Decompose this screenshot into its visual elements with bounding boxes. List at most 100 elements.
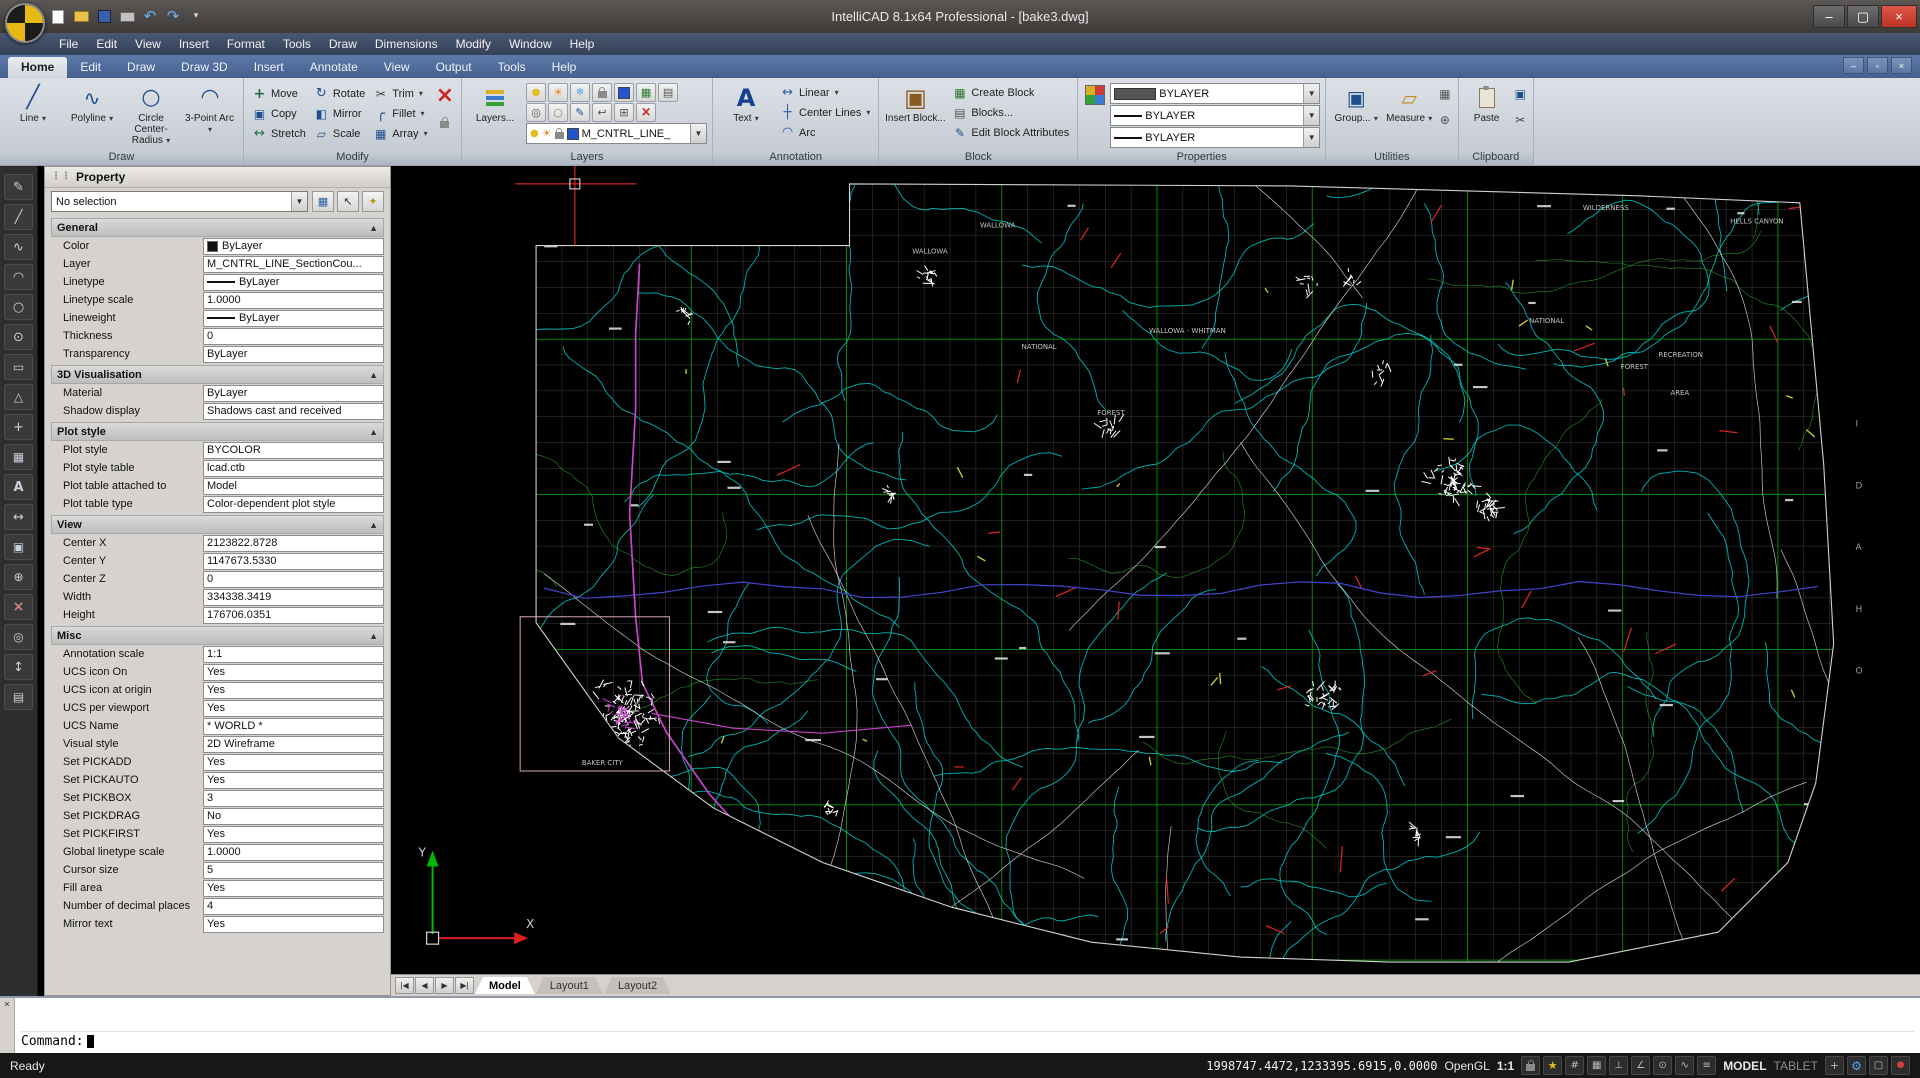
- menu-format[interactable]: Format: [218, 33, 274, 55]
- measure-button[interactable]: ▱Measure ▾: [1384, 81, 1434, 124]
- save-button[interactable]: [94, 8, 114, 26]
- pan-tool-button[interactable]: ↕: [4, 654, 33, 680]
- property-value-set-pickadd[interactable]: Yes: [203, 754, 384, 771]
- properties-launcher-button[interactable]: [1083, 81, 1107, 105]
- tab-output[interactable]: Output: [423, 57, 485, 78]
- polyline-tool-button[interactable]: ∿: [4, 234, 33, 260]
- property-value-ucs-per-viewport[interactable]: Yes: [203, 700, 384, 717]
- polyline-button[interactable]: ∿Polyline ▾: [64, 81, 120, 124]
- alert-button[interactable]: ●: [1891, 1056, 1910, 1075]
- screen-button[interactable]: ▢: [1869, 1056, 1888, 1075]
- arc-button[interactable]: ◠Arc: [777, 123, 873, 142]
- property-value-material[interactable]: ByLayer: [203, 385, 384, 402]
- properties-grid-button[interactable]: ▦: [312, 191, 334, 212]
- fillet-button[interactable]: ╭Fillet▾: [370, 104, 430, 123]
- layer-delete-toggle[interactable]: ×: [636, 103, 656, 122]
- isolate-toggle[interactable]: ◎: [526, 103, 546, 122]
- id-point-button[interactable]: ⊕: [1440, 111, 1450, 129]
- annotation-scale[interactable]: 1:1: [1497, 1059, 1514, 1073]
- section-header-general[interactable]: General▲: [51, 218, 384, 237]
- property-value-width[interactable]: 334338.3419: [203, 589, 384, 606]
- property-value-center-y[interactable]: 1147673.5330: [203, 553, 384, 570]
- etrack-toggle[interactable]: ∿: [1675, 1056, 1694, 1075]
- scale-button[interactable]: ▱Scale: [311, 124, 368, 143]
- calculator-button[interactable]: ▦: [1439, 85, 1450, 103]
- lwt-toggle[interactable]: ≡: [1697, 1056, 1716, 1075]
- chevron-down-icon[interactable]: ▼: [1303, 106, 1319, 125]
- section-header-3d-visualisation[interactable]: 3D Visualisation▲: [51, 365, 384, 384]
- array-button[interactable]: ▦Array▾: [370, 124, 430, 143]
- quick-select-button[interactable]: ✦: [362, 191, 384, 212]
- minimize-button[interactable]: –: [1813, 5, 1845, 28]
- group-button[interactable]: ▣Group... ▾: [1331, 81, 1381, 124]
- command-input[interactable]: Command:: [21, 1031, 1914, 1051]
- maximize-button[interactable]: ▢: [1847, 5, 1879, 28]
- section-header-view[interactable]: View▲: [51, 515, 384, 534]
- snowflake-toggle[interactable]: ❄: [570, 83, 590, 102]
- layout-prev-button[interactable]: ◀: [415, 977, 434, 994]
- line-tool-button[interactable]: ╱: [4, 204, 33, 230]
- tab-help[interactable]: Help: [539, 57, 590, 78]
- document-minimize-button[interactable]: –: [1843, 57, 1864, 74]
- blocks-button[interactable]: ▤Blocks...: [949, 103, 1072, 122]
- erase-tool-button[interactable]: ×: [4, 594, 33, 620]
- layout-tab-model[interactable]: Model: [475, 977, 535, 994]
- off-toggle[interactable]: ○: [548, 103, 568, 122]
- property-value-center-x[interactable]: 2123822.8728: [203, 535, 384, 552]
- insert-block-button[interactable]: ▣Insert Block...: [884, 81, 946, 124]
- properties-tool-button[interactable]: ▤: [4, 684, 33, 710]
- property-value-cursor-size[interactable]: 5: [203, 862, 384, 879]
- menu-help[interactable]: Help: [561, 33, 604, 55]
- snap-tool-button[interactable]: ⊕: [4, 564, 33, 590]
- redo-button[interactable]: ↷: [163, 8, 183, 26]
- ortho-toggle[interactable]: ⊥: [1609, 1056, 1628, 1075]
- property-value-layer[interactable]: M_CNTRL_LINE_SectionCou...: [203, 256, 384, 273]
- property-value-plot-style-table[interactable]: lcad.ctb: [203, 460, 384, 477]
- property-value-mirror-text[interactable]: Yes: [203, 916, 384, 933]
- property-value-number-of-decimal-places[interactable]: 4: [203, 898, 384, 915]
- property-value-visual-style[interactable]: 2D Wireframe: [203, 736, 384, 753]
- property-value-transparency[interactable]: ByLayer: [203, 346, 384, 363]
- ucs-status-button[interactable]: +: [1825, 1056, 1844, 1075]
- close-button[interactable]: ×: [1881, 5, 1917, 28]
- block-tool-button[interactable]: ▣: [4, 534, 33, 560]
- new-layer-toggle[interactable]: ▦: [636, 83, 656, 102]
- chevron-down-icon[interactable]: ▼: [1303, 84, 1319, 103]
- property-value-plot-table-type[interactable]: Color-dependent plot style: [203, 496, 384, 513]
- property-value-shadow-display[interactable]: Shadows cast and received: [203, 403, 384, 420]
- menu-file[interactable]: File: [50, 33, 87, 55]
- layout-tab-layout1[interactable]: Layout1: [536, 977, 603, 994]
- layers-button[interactable]: Layers...: [467, 81, 523, 124]
- property-value-set-pickfirst[interactable]: Yes: [203, 826, 384, 843]
- snap-toggle[interactable]: #: [1565, 1056, 1584, 1075]
- create-block-button[interactable]: ▦Create Block: [949, 83, 1072, 102]
- property-value-linetype[interactable]: ByLayer: [203, 274, 384, 291]
- match-layer-toggle[interactable]: ✎: [570, 103, 590, 122]
- tab-annotate[interactable]: Annotate: [297, 57, 371, 78]
- stretch-button[interactable]: ↔Stretch: [249, 124, 309, 143]
- esnap-toggle[interactable]: ⊙: [1653, 1056, 1672, 1075]
- menu-edit[interactable]: Edit: [87, 33, 126, 55]
- linetype-dropdown[interactable]: BYLAYER▼: [1110, 105, 1320, 126]
- bulb-toggle[interactable]: ●: [526, 83, 546, 102]
- lock-toggle[interactable]: [592, 83, 612, 102]
- arc-tool-button[interactable]: ◠: [4, 264, 33, 290]
- lock-toggle[interactable]: [1521, 1056, 1540, 1075]
- edit-block-attributes-button[interactable]: ✎Edit Block Attributes: [949, 123, 1072, 142]
- chevron-down-icon[interactable]: ▼: [291, 192, 307, 211]
- property-value-thickness[interactable]: 0: [203, 328, 384, 345]
- document-restore-button[interactable]: ▫: [1867, 57, 1888, 74]
- tablet-toggle[interactable]: TABLET: [1774, 1059, 1818, 1073]
- tab-insert[interactable]: Insert: [241, 57, 297, 78]
- move-button[interactable]: +Move: [249, 84, 309, 103]
- renderer-label[interactable]: OpenGL: [1444, 1059, 1489, 1073]
- trim-button[interactable]: ✂Trim▾: [370, 84, 430, 103]
- star-toggle[interactable]: ★: [1543, 1056, 1562, 1075]
- text-button[interactable]: AText ▾: [718, 81, 774, 124]
- property-value-lineweight[interactable]: ByLayer: [203, 310, 384, 327]
- tab-view[interactable]: View: [371, 57, 423, 78]
- color-swatch-toggle[interactable]: [614, 83, 634, 102]
- menu-tools[interactable]: Tools: [274, 33, 320, 55]
- polygon-tool-button[interactable]: △: [4, 384, 33, 410]
- donut-tool-button[interactable]: ⊙: [4, 324, 33, 350]
